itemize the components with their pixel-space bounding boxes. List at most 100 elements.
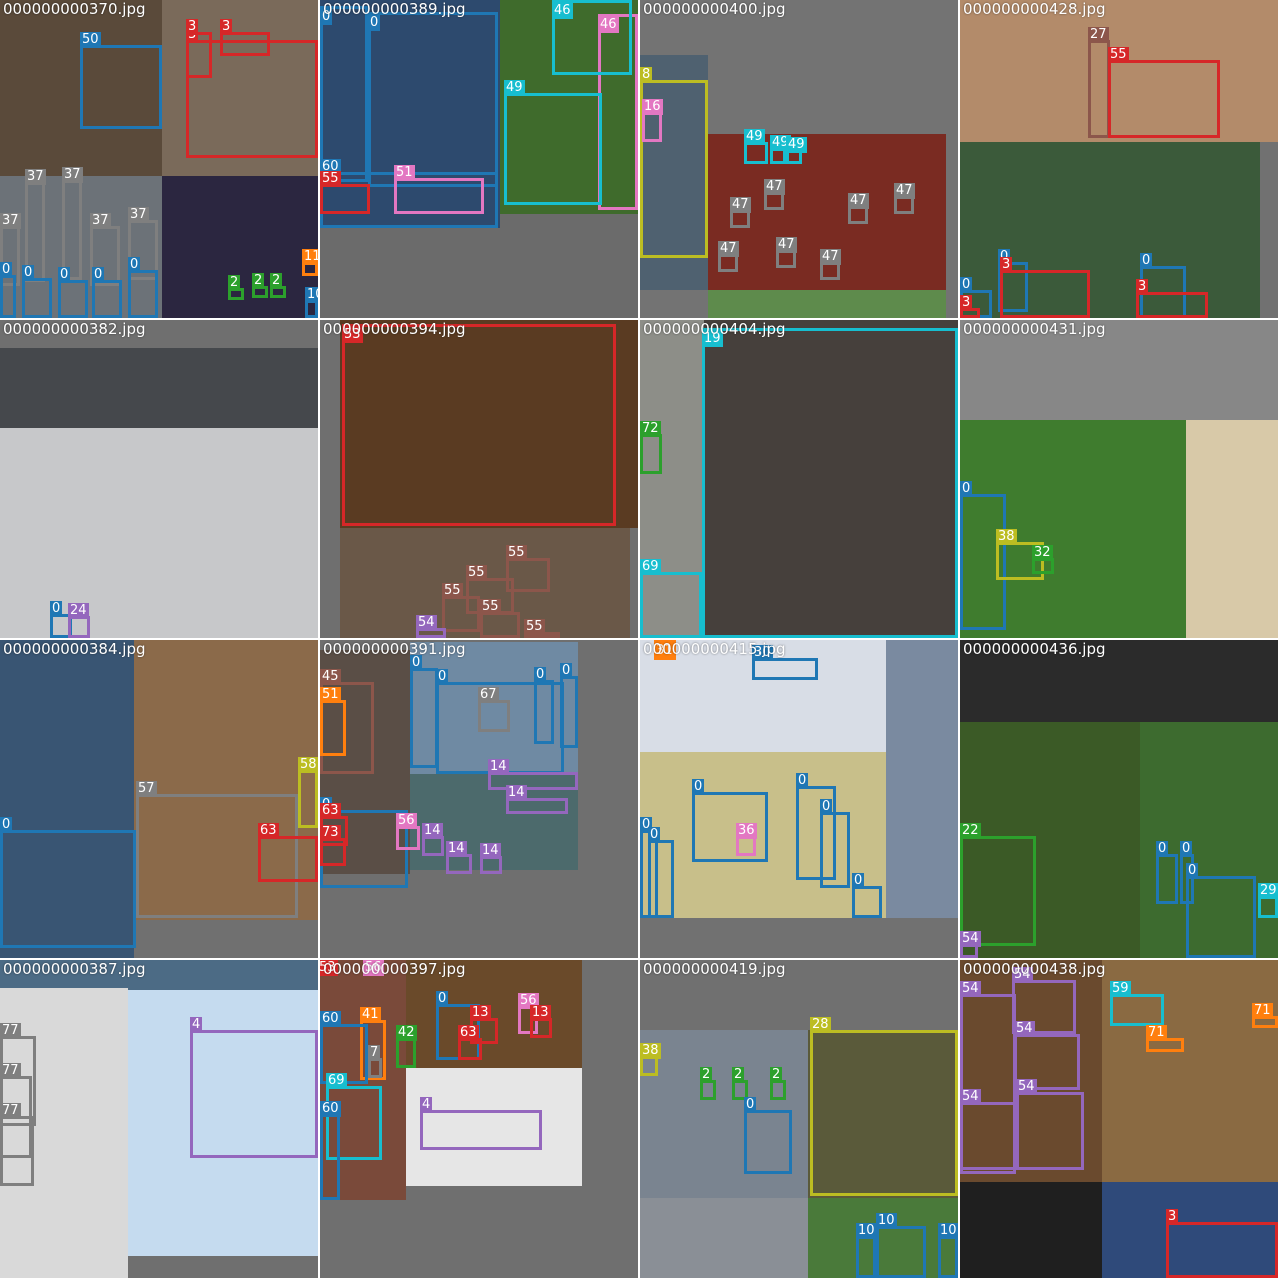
class-label: 71: [1146, 1025, 1167, 1041]
image-tile: 000000000382.jpg 0 24: [0, 320, 318, 638]
class-label: 29: [1258, 883, 1278, 899]
class-label: 60: [320, 1011, 341, 1027]
filename-label: 000000000415.jpg: [643, 640, 786, 658]
bounding-box: 0: [852, 873, 882, 918]
filename-label: 000000000370.jpg: [3, 0, 146, 18]
bounding-box: 55: [480, 599, 520, 638]
class-label: 51: [320, 687, 341, 703]
class-label: 2: [252, 273, 265, 289]
class-label: 32: [1032, 545, 1053, 561]
bounding-box: 19: [702, 328, 958, 638]
filename-label: 000000000404.jpg: [643, 320, 786, 338]
bounding-box: 0: [1156, 841, 1178, 904]
bounding-box: 10: [876, 1213, 926, 1278]
class-label: 27: [1088, 27, 1109, 43]
class-label: 3: [186, 19, 199, 35]
class-label: 0: [436, 669, 449, 685]
bounding-box: 0: [22, 265, 52, 318]
class-label: 14: [488, 759, 509, 775]
bounding-box: 55: [524, 619, 560, 638]
bounding-box: 0: [368, 12, 498, 187]
class-label: 0: [436, 991, 449, 1007]
class-label: 3: [1136, 279, 1149, 295]
photo-region: [960, 1182, 1102, 1278]
class-label: 0: [820, 799, 833, 815]
image-tile: 000000000404.jpg 19 72 69: [640, 320, 958, 638]
bounding-box: 0: [0, 262, 16, 318]
bounding-box: 3: [1000, 257, 1090, 318]
class-label: 0: [92, 267, 105, 283]
bounding-box: 4: [420, 1097, 542, 1150]
class-label: 72: [640, 421, 661, 437]
filename-label: 000000000394.jpg: [323, 320, 466, 338]
bounding-box: 10: [305, 287, 318, 318]
filename-label: 000000000391.jpg: [323, 640, 466, 658]
filename-label: 000000000419.jpg: [643, 960, 786, 978]
bounding-box: 56: [396, 813, 420, 850]
class-label: 38: [640, 1043, 661, 1059]
class-label: 55: [442, 583, 463, 599]
class-label: 3: [960, 295, 973, 311]
class-label: 14: [422, 823, 443, 839]
class-label: 0: [648, 827, 661, 843]
bounding-box: 30: [752, 645, 818, 680]
class-label: 4: [420, 1097, 433, 1113]
bounding-box: 47: [718, 241, 739, 272]
class-label: 57: [136, 781, 157, 797]
class-label: 10: [856, 1223, 877, 1239]
bounding-box: 77: [0, 1103, 34, 1186]
class-label: 63: [458, 1025, 479, 1041]
class-label: 0: [1180, 841, 1193, 857]
bounding-box: 63: [258, 823, 318, 882]
class-label: 77: [0, 1103, 21, 1119]
class-label: 46: [552, 3, 573, 19]
class-label: 0: [1140, 253, 1153, 269]
class-label: 55: [320, 171, 341, 187]
class-label: 54: [1014, 1021, 1035, 1037]
class-label: 0: [960, 277, 973, 293]
image-tile: 000000000419.jpg 38 2 2 2 0 28 10 10 10: [640, 960, 958, 1278]
image-tile: 000000000400.jpg 8 16 49 49 49 47 47 47 47 47 47 47: [640, 0, 958, 318]
bounding-box: 47: [764, 179, 785, 210]
bounding-box: 38: [640, 1043, 661, 1076]
class-label: 50: [80, 32, 101, 48]
bounding-box: 0: [744, 1097, 792, 1174]
class-label: 59: [1110, 981, 1131, 997]
filename-label: 000000000436.jpg: [963, 640, 1106, 658]
bounding-box: 3: [1136, 279, 1208, 318]
filename-label: 000000000384.jpg: [3, 640, 146, 658]
bounding-box: 2: [228, 275, 244, 300]
image-tile: 000000000387.jpg 4 77 77 77: [0, 960, 318, 1278]
class-label: 69: [326, 1073, 347, 1089]
class-label: 77: [0, 1063, 21, 1079]
bounding-box: 60: [320, 1101, 341, 1200]
class-label: 63: [320, 803, 341, 819]
class-label: 58: [298, 757, 318, 773]
class-label: 0: [852, 873, 865, 889]
class-label: 37: [62, 167, 83, 183]
class-label: 14: [480, 843, 501, 859]
bounding-box: 0: [58, 267, 88, 318]
image-tile: 000000000438.jpg 54 54 54 54 54 59 71 71 3: [960, 960, 1278, 1278]
bounding-box: 0: [410, 655, 438, 768]
filename-label: 000000000428.jpg: [963, 0, 1106, 18]
bounding-box: 0: [692, 779, 768, 862]
mosaic-grid: 000000000370.jpg503333737373737000002221…: [0, 0, 1280, 1280]
bounding-box: 51: [394, 165, 484, 214]
class-label: 37: [128, 207, 149, 223]
class-label: 2: [700, 1067, 713, 1083]
class-label: 47: [848, 193, 869, 209]
photo-region: [1186, 420, 1278, 638]
class-label: 0: [1186, 863, 1199, 879]
class-label: 77: [0, 1023, 21, 1039]
class-label: 54: [960, 1089, 981, 1105]
bounding-box: 42: [396, 1025, 417, 1068]
bounding-box: 0: [128, 257, 158, 318]
class-label: 55: [506, 545, 527, 561]
bounding-box: 54: [1016, 1079, 1084, 1170]
class-label: 2: [228, 275, 241, 291]
filename-label: 000000000400.jpg: [643, 0, 786, 18]
filename-label: 000000000389.jpg: [323, 0, 466, 18]
bounding-box: 69: [640, 559, 702, 638]
photo-region: [886, 640, 958, 918]
